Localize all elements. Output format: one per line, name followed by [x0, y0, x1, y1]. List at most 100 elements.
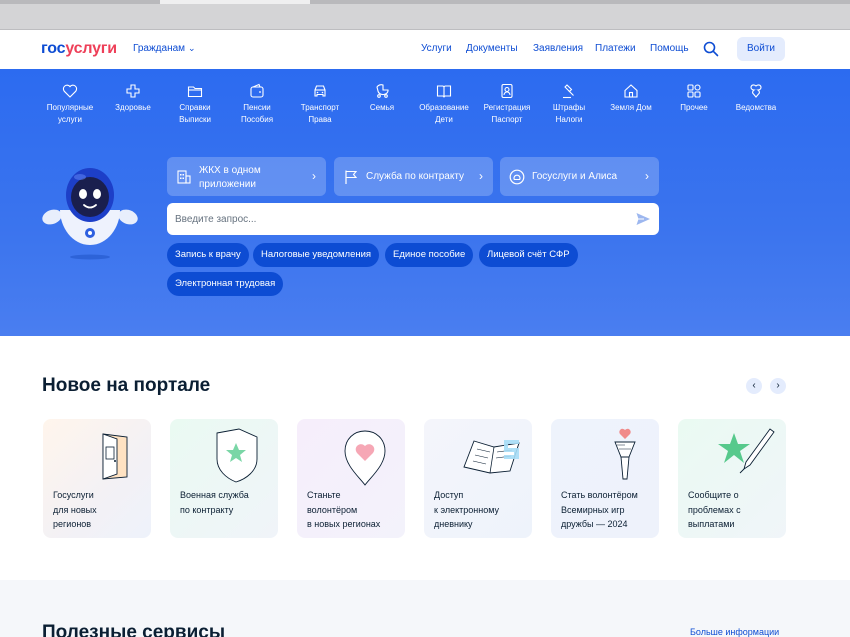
- category-label-1: Здоровье: [115, 103, 151, 112]
- search-bar: [167, 203, 659, 235]
- category-label-1: Штрафы: [552, 103, 586, 112]
- news-card-line1: Доступ: [434, 490, 464, 500]
- home-icon: [624, 84, 638, 98]
- news-card-line3: дневнику: [434, 519, 473, 529]
- chevron-right-icon: ›: [645, 169, 649, 183]
- category-label-2: Налоги: [555, 115, 583, 124]
- category-agencies[interactable]: Ведомства: [724, 83, 788, 114]
- news-card-text: Стать волонтёром Всемирных игр дружбы — 20…: [561, 488, 655, 532]
- browser-active-tab[interactable]: [160, 0, 310, 4]
- news-card-friendship-games[interactable]: Стать волонтёром Всемирных игр дружбы — 20…: [551, 419, 659, 538]
- category-label-1: Популярные: [46, 103, 94, 112]
- open-book-illustration-image: [463, 440, 520, 474]
- category-label-2: Паспорт: [491, 115, 523, 124]
- nav-documents[interactable]: Документы: [466, 43, 518, 54]
- search-input[interactable]: [175, 209, 615, 229]
- news-card-volunteer-regions[interactable]: Станьте волонтёром в новых регионах: [297, 419, 405, 538]
- chip-doctor-appointment[interactable]: Запись к врачу: [167, 243, 249, 267]
- promo-alice-text: Госуслуги и Алиса: [532, 171, 618, 182]
- gavel-icon: [563, 84, 574, 99]
- news-card-line2: Всемирных игр: [561, 504, 625, 515]
- news-card-line1: Станьте: [307, 490, 341, 500]
- category-label-1: Справки: [179, 103, 211, 112]
- category-family[interactable]: Семья: [350, 83, 414, 114]
- category-label-2: Права: [308, 115, 332, 124]
- chip-tax-notifications[interactable]: Налоговые уведомления: [253, 243, 380, 267]
- news-card-line3: регионов: [53, 519, 92, 529]
- chip-electronic-workbook[interactable]: Электронная трудовая: [167, 272, 284, 296]
- grid-icon: [687, 84, 701, 98]
- news-card-payment-problems[interactable]: Сообщите о проблемах с выплатами: [678, 419, 786, 538]
- category-label-1: Образование: [419, 103, 469, 112]
- promo-alice[interactable]: Госуслуги и Алиса ›: [500, 157, 659, 196]
- news-card-text: Доступ к электронному дневнику: [434, 488, 528, 532]
- folder-icon: [187, 86, 203, 98]
- category-certificates[interactable]: Справки Выписки: [163, 83, 227, 126]
- map-pin-heart-icon: [344, 430, 386, 486]
- category-label-1: Регистрация: [483, 103, 531, 112]
- news-card-line2: по контракту: [180, 504, 234, 515]
- building-icon: [177, 170, 191, 184]
- carousel-next-button[interactable]: ›: [770, 378, 786, 394]
- browser-tab-strip: [0, 0, 850, 4]
- heart-icon: [62, 84, 78, 98]
- login-button[interactable]: Войти: [737, 37, 785, 61]
- news-card-electronic-diary[interactable]: Доступ к электронному дневнику: [424, 419, 532, 538]
- news-section-title: Новое на портале: [42, 375, 211, 396]
- news-card-line1: Стать волонтёром: [561, 490, 638, 500]
- news-card-line1: Госуслуги: [53, 490, 94, 500]
- news-card-military-service[interactable]: Военная служба по контракту: [170, 419, 278, 538]
- promo-housing-app[interactable]: ЖКХ в одном приложении ›: [167, 157, 326, 196]
- audience-selector[interactable]: Гражданам ⌄: [133, 43, 196, 54]
- news-card-line2: проблемах с: [688, 504, 741, 515]
- promo-contract-service[interactable]: Служба по контракту ›: [334, 157, 493, 196]
- promo-contract-text: Служба по контракту: [366, 171, 465, 182]
- book-icon: [436, 85, 452, 98]
- category-registration[interactable]: Регистрация Паспорт: [475, 83, 539, 126]
- emblem-icon: [750, 84, 762, 98]
- news-card-text: Сообщите о проблемах с выплатами: [688, 488, 782, 532]
- search-icon[interactable]: [703, 41, 719, 57]
- category-label-2: Пособия: [240, 115, 274, 124]
- news-card-line3: дружбы — 2024: [561, 519, 628, 529]
- nav-help[interactable]: Помощь: [650, 43, 689, 54]
- category-other[interactable]: Прочее: [662, 83, 726, 114]
- promo-housing-line2: приложении: [199, 179, 256, 190]
- gosuslugi-logo[interactable]: госуслуги: [41, 40, 117, 58]
- wallet-icon: [250, 83, 264, 98]
- more-info-link[interactable]: Больше информации: [690, 627, 779, 637]
- door-illustration-image: [102, 433, 128, 480]
- category-education[interactable]: Образование Дети: [412, 83, 476, 126]
- alice-icon: [509, 169, 525, 185]
- nav-services[interactable]: Услуги: [421, 43, 452, 54]
- news-card-line1: Сообщите о: [688, 490, 739, 500]
- category-health[interactable]: Здоровье: [101, 83, 165, 114]
- category-label-1: Земля Дом: [610, 103, 652, 112]
- news-card-line2: волонтёром: [307, 504, 358, 515]
- category-popular[interactable]: Популярные услуги: [38, 83, 102, 126]
- news-card-line3: выплатами: [688, 519, 735, 529]
- news-card-line1: Военная служба: [180, 490, 249, 500]
- category-fines[interactable]: Штрафы Налоги: [537, 83, 601, 126]
- send-icon[interactable]: [635, 211, 651, 227]
- news-card-new-regions[interactable]: Госуслуги для новых регионов: [43, 419, 151, 538]
- carousel-prev-button[interactable]: ‹: [746, 378, 762, 394]
- hero-banner: Популярные услуги Здоровье Справки Выпис…: [0, 69, 850, 336]
- nav-applications[interactable]: Заявления: [533, 43, 583, 54]
- torch-heart-icon: [614, 428, 636, 480]
- category-transport[interactable]: Транспорт Права: [288, 83, 352, 126]
- news-card-text: Госуслуги для новых регионов: [53, 488, 147, 532]
- browser-chrome: [0, 0, 850, 30]
- news-card-line3: в новых регионах: [307, 519, 381, 529]
- category-land-home[interactable]: Земля Дом: [599, 83, 663, 114]
- category-label-2: Выписки: [179, 115, 211, 124]
- category-label-1: Пенсии: [243, 103, 271, 112]
- category-label-2: услуги: [58, 115, 82, 124]
- category-label-1: Ведомства: [735, 103, 777, 112]
- category-pensions[interactable]: Пенсии Пособия: [225, 83, 289, 126]
- category-label-1: Транспорт: [300, 103, 340, 112]
- news-card-line2: к электронному: [434, 504, 499, 515]
- nav-payments[interactable]: Платежи: [595, 43, 636, 54]
- chip-sfr-account[interactable]: Лицевой счёт СФР: [479, 243, 578, 267]
- chip-unified-allowance[interactable]: Единое пособие: [385, 243, 474, 267]
